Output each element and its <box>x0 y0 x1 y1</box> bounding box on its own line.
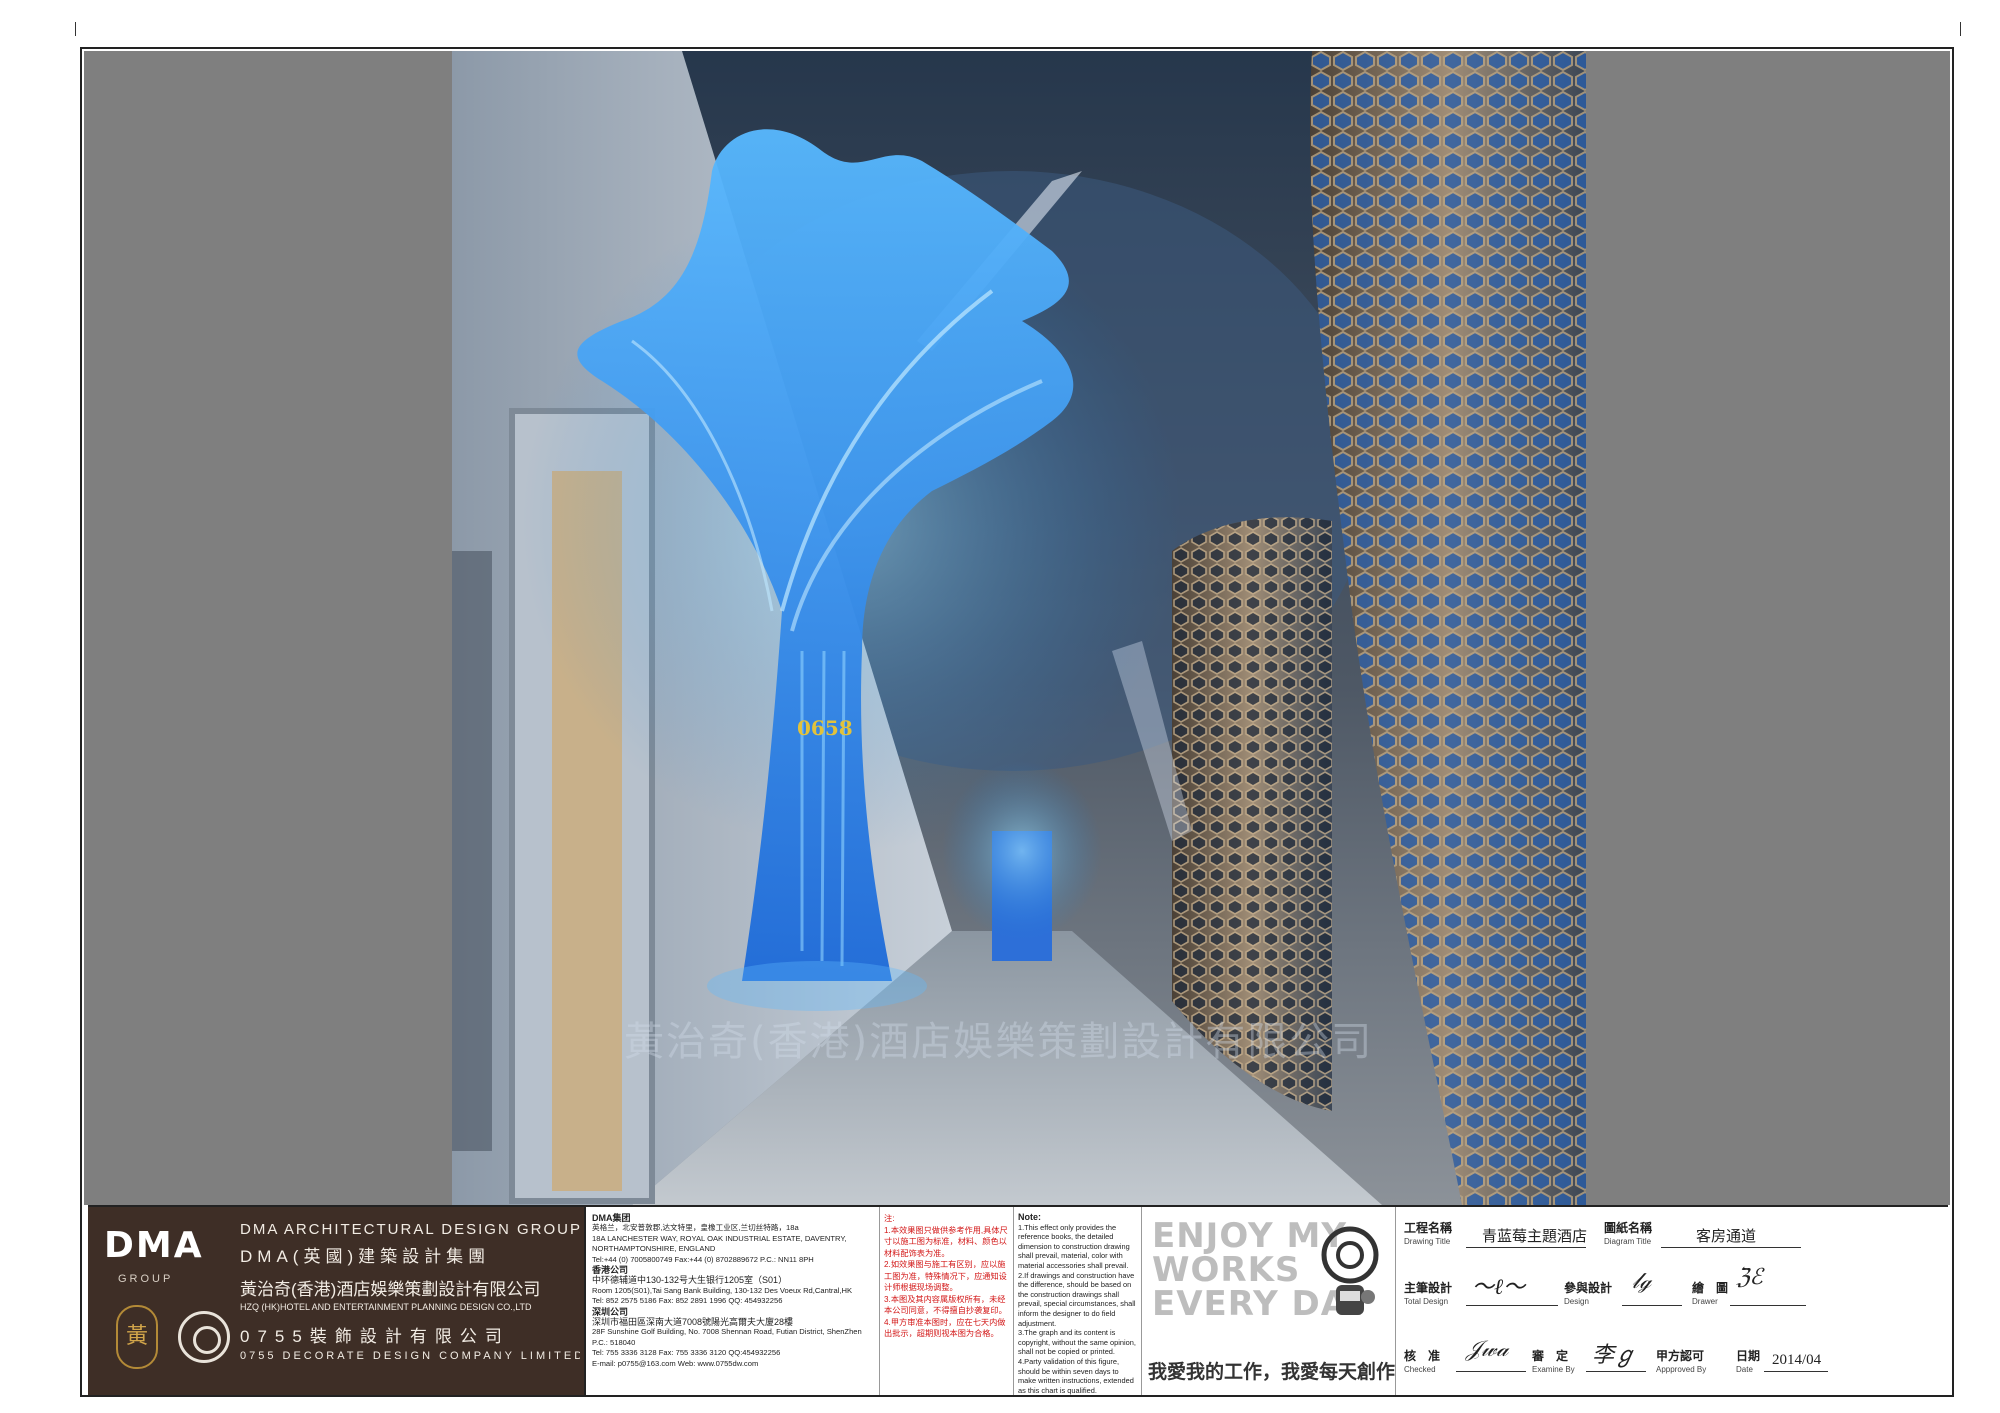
chinese-notes-title: 注: <box>884 1214 895 1223</box>
office-addresses: DMA集团 英格兰，北安普敦郡,达文特里，皇橡工业区,兰切丝特路，18a 18A… <box>586 1207 880 1395</box>
room-number-sign: 0658 <box>797 716 853 740</box>
chinese-note-item: 3.本图及其内容属版权所有，未经本公司同意，不得擅自抄袭复印。 <box>884 1294 1007 1316</box>
seal-icon: 黃 <box>116 1305 158 1369</box>
company-chinese-name: 黃治奇(香港)酒店娛樂策劃設計有限公司 <box>240 1280 541 1299</box>
project-name-value: 青蓝莓主題酒店 <box>1482 1229 1588 1245</box>
date-label: 日期 <box>1736 1349 1761 1363</box>
design-label: 參與設計 <box>1564 1281 1613 1295</box>
drawer-label-en: Drawer <box>1692 1297 1718 1306</box>
drawing-name-label-en: Diagram Title <box>1604 1237 1652 1246</box>
email-web: E-mail: p0755@163.com Web: www.0755dw.co… <box>592 1358 759 1368</box>
chinese-note-item: 2.如效果图与施工有区别，应以施工图为准，特殊情况下，应通知设计师根据现场调整。 <box>884 1260 1007 1292</box>
field-underline <box>1456 1371 1526 1372</box>
company-english-name: HZQ (HK)HOTEL AND ENTERTAINMENT PLANNING… <box>240 1302 532 1312</box>
date-label-en: Date <box>1736 1365 1753 1374</box>
project-name-label-en: Drawing Title <box>1404 1237 1451 1246</box>
motto-text: 我愛我的工作，我愛每天創作 <box>1148 1362 1396 1383</box>
drawing-sheet: 0658 黃治奇(香港)酒店娛樂策劃設計有限公司 DMA GROUP 黃 DMA… <box>0 0 2000 1413</box>
sz-office-address-cn: 深圳市福田區深南大道7008號陽光高爾夫大廈28樓 <box>592 1317 794 1328</box>
chinese-notes: 注: 1.本效果图只做供参考作用,具体尺寸以施工图为标准，材料、颜色以材料配饰表… <box>880 1207 1014 1395</box>
company-branding: DMA GROUP 黃 DMA ARCHITECTURAL DESIGN GRO… <box>88 1207 586 1395</box>
sz-office-contact: Tel: 755 3336 3128 Fax: 755 3336 3120 QQ… <box>592 1348 781 1358</box>
checked-signature: 𝒥𝓌𝒶 <box>1466 1337 1509 1362</box>
design-signature: 𝓁ℊ <box>1632 1269 1652 1294</box>
field-underline <box>1586 1371 1646 1372</box>
total-design-label: 主筆設計 <box>1404 1281 1453 1295</box>
hk-office-title: 香港公司 <box>592 1265 629 1276</box>
drawing-info-fields: 工程名稱 Drawing Title 青蓝莓主題酒店 圖紙名稱 Diagram … <box>1396 1207 1948 1395</box>
field-underline <box>1622 1305 1682 1306</box>
watermark-text: 黃治奇(香港)酒店娛樂策劃設計有限公司 <box>624 1019 1374 1065</box>
brand-english-name: DMA ARCHITECTURAL DESIGN GROUP <box>240 1221 580 1238</box>
dma-logo: DMA <box>104 1225 204 1266</box>
crop-mark <box>62 22 76 36</box>
english-note-item: 4.Party validation of this figure, shoul… <box>1018 1356 1134 1395</box>
field-underline <box>1730 1305 1806 1306</box>
english-notes: Note: 1.This effect only provides the re… <box>1014 1207 1142 1395</box>
chinese-note-item: 1.本效果图只做供参考作用,具体尺寸以施工图为标准，材料、颜色以材料配饰表为准。 <box>884 1225 1008 1258</box>
presentation-board: 0658 黃治奇(香港)酒店娛樂策劃設計有限公司 <box>84 51 1950 1205</box>
examine-label: 審 定 <box>1532 1349 1569 1363</box>
approved-label: 甲方認可 <box>1656 1349 1705 1363</box>
brand-chinese-name: DMA(英國)建築設計集團 <box>240 1247 491 1266</box>
decor-company-english: 0755 DECORATE DESIGN COMPANY LIMITED <box>240 1350 580 1362</box>
drawing-name-label: 圖紙名稱 <box>1604 1221 1653 1235</box>
drawer-label: 繪 圖 <box>1692 1281 1729 1295</box>
hk-office-address-cn: 中环德辅道中130-132号大生银行1205室（S01） <box>592 1275 788 1286</box>
hk-office-address-en: Room 1205(S01),Tai Sang Bank Building, 1… <box>592 1285 853 1295</box>
examine-label-en: Examine By <box>1532 1365 1575 1374</box>
examine-signature: 李ℊ <box>1592 1343 1637 1368</box>
sz-office-address-en: 28F Sunshine Golf Building, No. 7008 She… <box>592 1327 862 1347</box>
group-office-contact: Tel:+44 (0) 7005800749 Fax:+44 (0) 87028… <box>592 1254 814 1264</box>
english-note-item: 3.The graph and its content is copyright… <box>1018 1328 1136 1357</box>
english-note-item: 2.If drawings and construction have the … <box>1018 1270 1136 1328</box>
crop-mark <box>1960 22 1974 36</box>
drawing-name-value: 客房通道 <box>1696 1229 1757 1245</box>
brand-text-block: DMA ARCHITECTURAL DESIGN GROUP DMA(英國)建築… <box>240 1221 580 1362</box>
drawing-frame: 0658 黃治奇(香港)酒店娛樂策劃設計有限公司 DMA GROUP 黃 DMA… <box>80 47 1954 1397</box>
slogan-panel: ENJOY MY WORKS EVERY DAY 我愛我的工作，我愛每天創作 <box>1142 1207 1396 1395</box>
mascot-icon <box>1321 1226 1379 1315</box>
design-label-en: Design <box>1564 1297 1589 1306</box>
dma-logo-subtitle: GROUP <box>118 1273 174 1285</box>
chinese-note-item: 4.甲方审准本图时，应在七天内做出批示，超期则视本图为合格。 <box>884 1317 1006 1339</box>
field-underline <box>1661 1247 1801 1248</box>
hk-office-contact: Tel: 852 2575 5186 Fax: 852 2891 1996 QQ… <box>592 1296 783 1306</box>
checked-label: 核 准 <box>1404 1349 1441 1363</box>
date-value: 2014/04 <box>1772 1352 1822 1368</box>
group-office-address-en: 18A LANCHESTER WAY, ROYAL OAK INDUSTRIAL… <box>592 1233 847 1254</box>
total-design-label-en: Total Design <box>1404 1297 1449 1306</box>
field-underline <box>1466 1305 1558 1306</box>
field-underline <box>1466 1247 1586 1248</box>
checked-label-en: Checked <box>1404 1365 1436 1374</box>
group-office-title: DMA集团 <box>592 1213 631 1223</box>
english-notes-title: Note: <box>1018 1212 1041 1222</box>
sz-office-title: 深圳公司 <box>592 1306 629 1317</box>
title-block: DMA GROUP 黃 DMA ARCHITECTURAL DESIGN GRO… <box>88 1205 1948 1395</box>
decor-company-chinese: 0755裝飾設計有限公司 <box>240 1327 510 1346</box>
group-office-address-cn: 英格兰，北安普敦郡,达文特里，皇橡工业区,兰切丝特路，18a <box>592 1223 799 1233</box>
drawer-signature: ℨℰ <box>1736 1265 1763 1290</box>
approved-label-en: Appproved By <box>1656 1365 1707 1374</box>
english-note-item: 1.This effect only provides the referenc… <box>1018 1222 1130 1270</box>
field-underline <box>1764 1371 1828 1372</box>
swirl-logo-icon <box>178 1311 230 1363</box>
total-design-signature: 〜ℓ〜 <box>1472 1275 1526 1300</box>
project-name-label: 工程名稱 <box>1404 1221 1453 1235</box>
